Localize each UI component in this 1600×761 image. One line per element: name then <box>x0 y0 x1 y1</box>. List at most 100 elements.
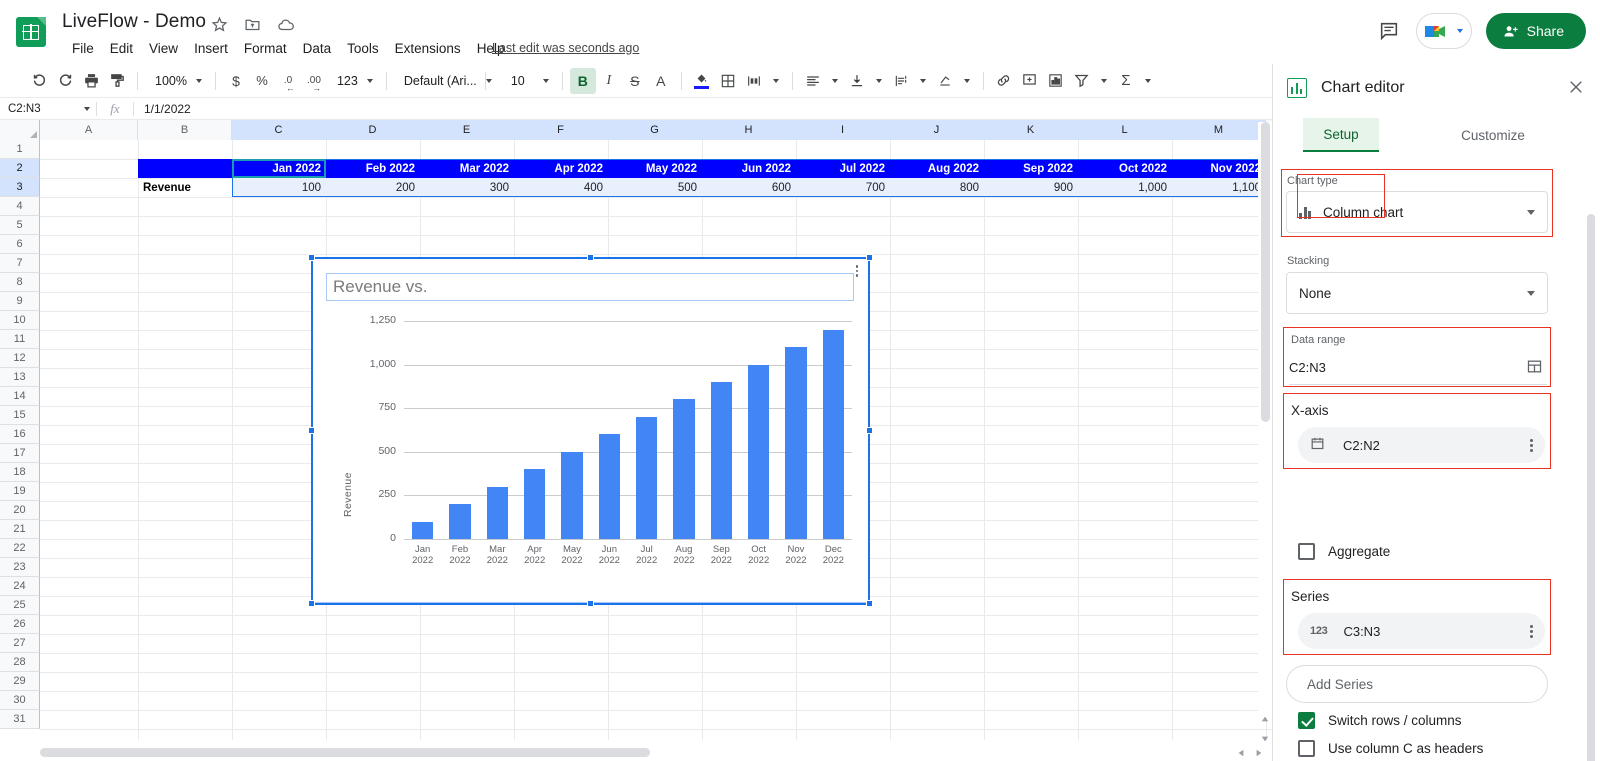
menu-format[interactable]: Format <box>236 38 295 59</box>
tab-setup[interactable]: Setup <box>1303 118 1379 152</box>
x-axis-options-icon[interactable] <box>1530 438 1533 452</box>
chart-resize-handle-ne[interactable] <box>866 254 873 261</box>
borders-icon[interactable] <box>715 68 741 94</box>
column-header-c[interactable]: C <box>232 120 326 140</box>
aggregate-checkbox[interactable] <box>1298 543 1315 560</box>
row-header-1[interactable]: 1 <box>0 140 40 159</box>
cell-I2[interactable]: Jul 2022 <box>796 159 890 178</box>
chart-bar[interactable] <box>635 416 658 539</box>
increase-decimal-button[interactable]: .00 → <box>301 68 327 94</box>
scroll-up-arrow[interactable] <box>1258 712 1272 726</box>
cell-L2[interactable]: Oct 2022 <box>1078 159 1172 178</box>
font-size-selector[interactable]: 10 <box>493 68 555 94</box>
star-icon[interactable] <box>210 15 229 34</box>
chart-resize-handle-s[interactable] <box>587 600 594 607</box>
scroll-left-arrow[interactable] <box>1234 746 1248 760</box>
vertical-align-icon[interactable] <box>844 68 870 94</box>
aggregate-checkbox-row[interactable]: Aggregate <box>1298 543 1390 560</box>
row-header-26[interactable]: 26 <box>0 615 40 634</box>
row-header-15[interactable]: 15 <box>0 406 40 425</box>
grid-picker-icon[interactable] <box>1526 358 1543 378</box>
comment-icon[interactable] <box>1376 18 1402 44</box>
column-header-d[interactable]: D <box>326 120 420 140</box>
close-icon[interactable] <box>1567 78 1587 98</box>
chart-resize-handle-nw[interactable] <box>308 254 315 261</box>
tab-customize[interactable]: Customize <box>1438 118 1548 152</box>
cell-J2[interactable]: Aug 2022 <box>890 159 984 178</box>
column-header-m[interactable]: M <box>1172 120 1266 140</box>
menu-file[interactable]: File <box>64 38 102 59</box>
menu-extensions[interactable]: Extensions <box>387 38 469 59</box>
row-header-10[interactable]: 10 <box>0 311 40 330</box>
column-header-h[interactable]: H <box>702 120 796 140</box>
horizontal-scrollbar[interactable] <box>40 745 1230 759</box>
switch-rows-columns-checkbox[interactable] <box>1291 705 1326 740</box>
chart-bar[interactable] <box>710 382 733 539</box>
series-options-icon[interactable] <box>1530 624 1533 638</box>
cell-B2[interactable] <box>138 159 232 178</box>
row-header-3[interactable]: 3 <box>0 178 40 197</box>
row-header-19[interactable]: 19 <box>0 482 40 501</box>
chart-bar[interactable] <box>785 347 807 539</box>
chart-bar[interactable] <box>598 434 621 539</box>
cell-E3[interactable]: 300 <box>420 178 514 197</box>
chart-bar[interactable] <box>523 469 546 539</box>
redo-icon[interactable] <box>52 68 78 94</box>
scroll-right-arrow[interactable] <box>1252 746 1266 760</box>
undo-icon[interactable] <box>26 68 52 94</box>
row-header-2[interactable]: 2 <box>0 159 40 178</box>
valign-dropdown[interactable] <box>870 68 888 94</box>
cell-F3[interactable]: 400 <box>514 178 608 197</box>
row-header-16[interactable]: 16 <box>0 425 40 444</box>
column-header-l[interactable]: L <box>1078 120 1172 140</box>
cell-C3[interactable]: 100 <box>232 178 326 197</box>
bold-button[interactable]: B <box>569 67 596 94</box>
row-header-20[interactable]: 20 <box>0 501 40 520</box>
fill-color-icon[interactable] <box>689 68 715 94</box>
chart-resize-handle-w[interactable] <box>308 427 315 434</box>
last-edit-status[interactable]: Last edit was seconds ago <box>492 41 639 55</box>
italic-button[interactable]: I <box>596 68 622 94</box>
row-header-24[interactable]: 24 <box>0 577 40 596</box>
cell-L3[interactable]: 1,000 <box>1078 178 1172 197</box>
switch-rows-columns-row[interactable]: Switch rows / columns <box>1291 705 1462 740</box>
column-header-k[interactable]: K <box>984 120 1078 140</box>
cell-K3[interactable]: 900 <box>984 178 1078 197</box>
column-header-i[interactable]: I <box>796 120 890 140</box>
row-header-11[interactable]: 11 <box>0 330 40 349</box>
stacking-select[interactable]: None <box>1286 272 1548 314</box>
cell-J3[interactable]: 800 <box>890 178 984 197</box>
cell-G3[interactable]: 500 <box>608 178 702 197</box>
font-family-selector[interactable]: Default (Ari... <box>394 68 492 94</box>
row-header-6[interactable]: 6 <box>0 235 40 254</box>
decrease-decimal-button[interactable]: .0 ← <box>275 68 301 94</box>
menu-tools[interactable]: Tools <box>339 38 387 59</box>
percent-format-button[interactable]: % <box>249 68 275 94</box>
merge-cells-icon[interactable] <box>741 68 767 94</box>
chart-menu-icon[interactable] <box>850 265 864 277</box>
cell-B3[interactable]: Revenue <box>138 178 232 197</box>
zoom-selector[interactable]: 100% <box>145 68 208 94</box>
merge-dropdown[interactable] <box>767 68 785 94</box>
chart-resize-handle-n[interactable] <box>587 254 594 261</box>
panel-scrollbar[interactable] <box>1587 214 1595 761</box>
cell-C2[interactable]: Jan 2022 <box>232 159 326 178</box>
chart-bar[interactable] <box>822 329 845 539</box>
row-header-4[interactable]: 4 <box>0 197 40 216</box>
data-range-input[interactable]: C2:N3 <box>1289 351 1547 385</box>
column-header-g[interactable]: G <box>608 120 702 140</box>
google-meet-button[interactable] <box>1415 13 1472 49</box>
vertical-scroll-thumb[interactable] <box>1261 122 1270 422</box>
row-header-29[interactable]: 29 <box>0 672 40 691</box>
chart-resize-handle-sw[interactable] <box>308 600 315 607</box>
row-header-21[interactable]: 21 <box>0 520 40 539</box>
series-chip[interactable]: 123 C3:N3 <box>1298 613 1545 649</box>
move-to-folder-icon[interactable] <box>243 15 262 34</box>
row-header-27[interactable]: 27 <box>0 634 40 653</box>
column-header-e[interactable]: E <box>420 120 514 140</box>
chart-bar[interactable] <box>747 364 770 539</box>
chart-resize-handle-se[interactable] <box>866 600 873 607</box>
cell-H3[interactable]: 600 <box>702 178 796 197</box>
row-header-17[interactable]: 17 <box>0 444 40 463</box>
column-header-a[interactable]: A <box>40 120 138 140</box>
